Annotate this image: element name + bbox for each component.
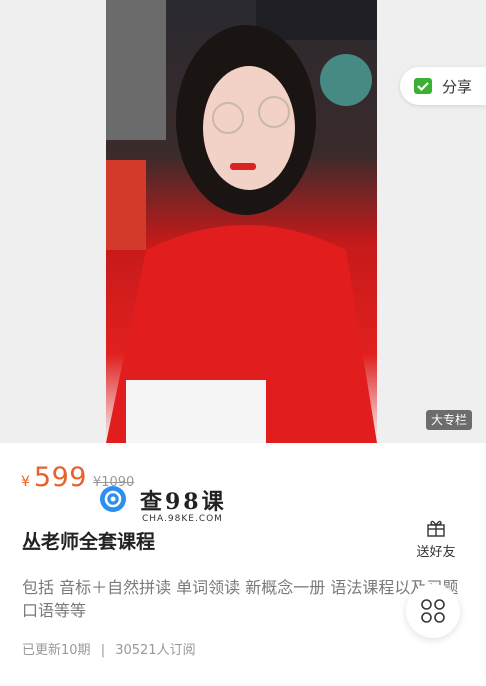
column-badge: 大专栏 [426, 410, 472, 430]
watermark-text: 查98课 [140, 489, 227, 515]
grid-clover-icon [421, 599, 445, 623]
currency-symbol: ¥ [21, 474, 30, 490]
course-meta: 已更新10期 | 30521人订阅 [22, 639, 196, 658]
course-title: 丛老师全套课程 [22, 531, 156, 553]
course-description: 包括 音标＋自然拼读 单词领读 新概念一册 语法课程以及习题口语等等 [22, 578, 459, 620]
current-price: 599 [33, 462, 87, 493]
floating-menu-button[interactable] [406, 584, 460, 638]
wechat-icon [414, 78, 432, 94]
watermark-logo-icon [100, 486, 126, 512]
watermark: 查98课 CHA.98KE.COM [100, 484, 230, 528]
gift-label: 送好友 [416, 545, 456, 560]
gift-icon [427, 520, 445, 537]
watermark-subtext: CHA.98KE.COM [142, 514, 223, 524]
share-button[interactable]: 分享 [400, 67, 486, 105]
update-count: 已更新10期 [22, 643, 91, 658]
subscriber-count: 30521人订阅 [115, 643, 196, 658]
hero-banner: 分享 大专栏 [0, 0, 486, 443]
share-label: 分享 [442, 77, 473, 96]
gift-to-friend-button[interactable]: 送好友 [413, 518, 459, 562]
meta-separator: | [100, 643, 106, 658]
course-cover-image[interactable] [106, 0, 377, 443]
